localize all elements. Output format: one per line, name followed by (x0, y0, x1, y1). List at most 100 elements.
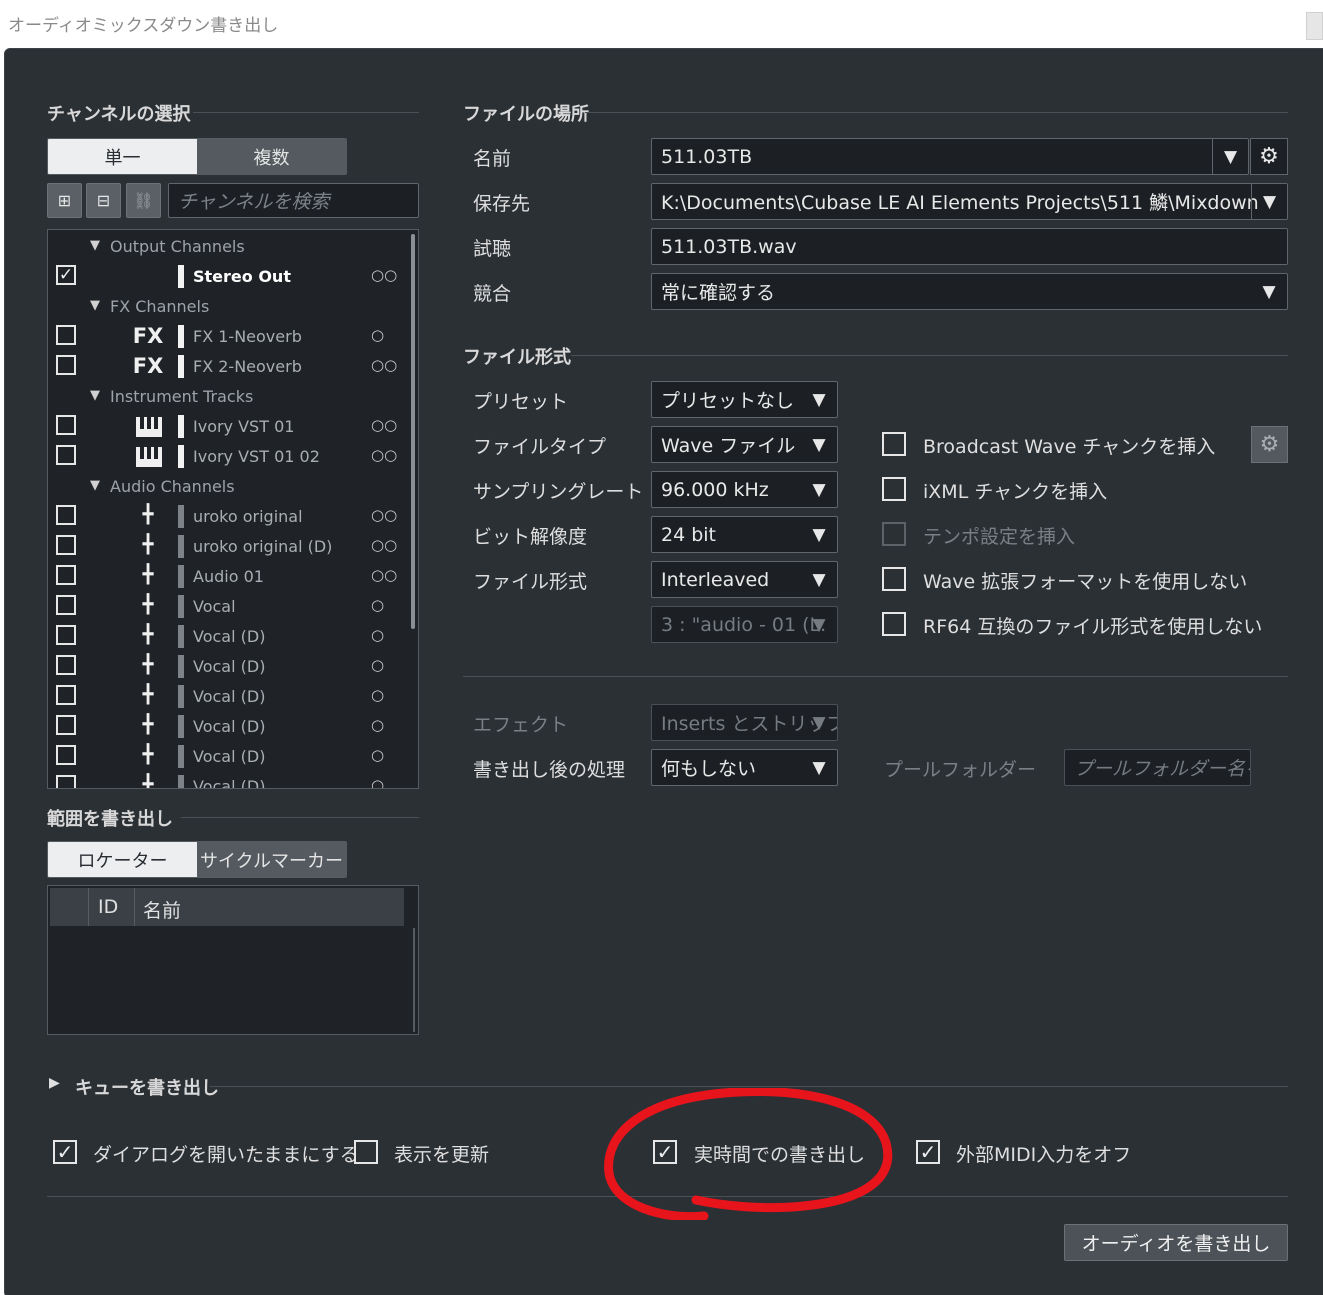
bitdepth-select[interactable]: 24 bit ▼ (651, 516, 838, 553)
channel-row[interactable]: ╋ Vocal (D) ○ (48, 682, 408, 712)
stereo-icon: ○○ (371, 566, 398, 584)
channel-checkbox[interactable] (56, 325, 76, 345)
chevron-down-icon: ▼ (812, 757, 826, 778)
channel-checkbox[interactable] (56, 565, 76, 585)
chevron-down-icon: ▼ (812, 389, 826, 410)
link-icon: ⛓ (133, 191, 154, 210)
export-audio-button[interactable]: オーディオを書き出し (1064, 1224, 1288, 1261)
col-name-header[interactable]: 名前 (143, 896, 181, 923)
channel-checkbox[interactable] (56, 355, 76, 375)
waveform-icon: ╋ (142, 654, 154, 675)
channel-row[interactable]: ╋ uroko original ○○ (48, 502, 408, 532)
mode-locator-button[interactable]: ロケーター (48, 842, 197, 877)
channel-checkbox[interactable] (56, 655, 76, 675)
channel-checkbox[interactable] (56, 685, 76, 705)
filetype-select[interactable]: Wave ファイル ▼ (651, 426, 838, 463)
stereo-icon: ○○ (371, 416, 398, 434)
file-location-title: ファイルの場所 (463, 104, 589, 125)
effect-label: エフェクト (473, 714, 569, 736)
name-history-dropdown[interactable]: ▼ (1212, 139, 1248, 174)
expand-arrow-icon[interactable]: ▶ (49, 1075, 60, 1091)
waveform-icon: ╋ (142, 594, 154, 615)
mode-cycle-button[interactable]: サイクルマーカー (197, 842, 346, 877)
channel-checkbox[interactable] (56, 775, 76, 788)
channel-checkbox[interactable] (56, 535, 76, 555)
channel-row[interactable]: ╋ Vocal (D) ○ (48, 652, 408, 682)
broadcast-wave-checkbox[interactable] (882, 432, 906, 456)
col-id-header[interactable]: ID (98, 896, 118, 918)
mode-single-button[interactable]: 単一 (48, 139, 197, 174)
channel-row[interactable]: ╋ Vocal (D) ○ (48, 622, 408, 652)
mono-icon: ○ (371, 656, 385, 674)
channel-checkbox[interactable] (56, 715, 76, 735)
update-display-checkbox[interactable] (354, 1140, 378, 1164)
collapse-arrow-icon: ▼ (90, 388, 100, 403)
rf64-label: RF64 互換のファイル形式を使用しない (923, 616, 1263, 638)
channel-checkbox[interactable] (56, 415, 76, 435)
channel-checkbox[interactable]: ✓ (56, 265, 76, 285)
group-output-channels[interactable]: ▼ Output Channels (48, 232, 408, 262)
channel-row[interactable]: ╋ Vocal (D) ○ (48, 712, 408, 742)
channel-row[interactable]: ╋ Audio 01 ○○ (48, 562, 408, 592)
waveform-icon: ╋ (142, 564, 154, 585)
mode-multi-button[interactable]: 複数 (197, 139, 346, 174)
channel-row[interactable]: ╋ uroko original (D) ○○ (48, 532, 408, 562)
broadcast-settings-button[interactable]: ⚙ (1251, 426, 1288, 463)
range-table-header: ID 名前 (50, 888, 404, 926)
queue-section-title[interactable]: キューを書き出し (75, 1074, 219, 1100)
range-scrollbar[interactable] (413, 928, 415, 1032)
name-settings-button[interactable]: ⚙ (1250, 138, 1288, 175)
channel-checkbox[interactable] (56, 505, 76, 525)
chevron-down-icon: ▼ (1262, 281, 1276, 302)
samplerate-select[interactable]: 96.000 kHz ▼ (651, 471, 838, 508)
link-button[interactable]: ⛓ (126, 183, 161, 218)
channel-color-bar (178, 325, 184, 348)
channel-row[interactable]: FX FX 1-Neoverb ○ (48, 322, 408, 352)
divider (463, 676, 1288, 677)
title-bar: オーディオミックスダウン書き出し (0, 0, 1323, 44)
channel-row[interactable]: Ivory VST 01 02 ○○ (48, 442, 408, 472)
close-button[interactable] (1306, 12, 1323, 40)
conflict-label: 競合 (473, 283, 512, 305)
path-input[interactable]: K:\Documents\Cubase LE AI Elements Proje… (651, 183, 1288, 220)
filetype-label: ファイルタイプ (473, 436, 607, 458)
group-fx-channels[interactable]: ▼ FX Channels (48, 292, 408, 322)
stereo-icon: ○○ (371, 356, 398, 374)
ixml-checkbox[interactable] (882, 477, 906, 501)
channel-checkbox[interactable] (56, 625, 76, 645)
group-instrument-tracks[interactable]: ▼ Instrument Tracks (48, 382, 408, 412)
path-label: 保存先 (473, 193, 531, 215)
collapse-all-button[interactable]: ⊟ (86, 183, 121, 218)
chevron-down-icon: ▼ (812, 569, 826, 590)
channel-row[interactable]: FX FX 2-Neoverb ○○ (48, 352, 408, 382)
channel-checkbox[interactable] (56, 445, 76, 465)
keep-open-checkbox[interactable]: ✓ (53, 1140, 77, 1164)
wave-ext-checkbox[interactable] (882, 567, 906, 591)
path-dropdown[interactable]: ▼ (1251, 184, 1287, 219)
expand-all-button[interactable]: ⊞ (47, 183, 82, 218)
after-export-select[interactable]: 何もしない ▼ (651, 749, 838, 786)
channel-checkbox[interactable] (56, 745, 76, 765)
channel-row[interactable]: ╋ Vocal (D) ○ (48, 742, 408, 772)
channel-color-bar (178, 535, 184, 558)
realtime-export-checkbox[interactable]: ✓ (653, 1140, 677, 1164)
rf64-checkbox[interactable] (882, 612, 906, 636)
wave-ext-label: Wave 拡張フォーマットを使用しない (923, 571, 1248, 593)
midi-off-checkbox[interactable]: ✓ (916, 1140, 940, 1164)
channel-row[interactable]: ╋ Vocal ○ (48, 592, 408, 622)
stereo-icon: ○○ (371, 506, 398, 524)
preset-select[interactable]: プリセットなし ▼ (651, 381, 838, 418)
bitdepth-label: ビット解像度 (473, 526, 588, 548)
channel-row[interactable]: Ivory VST 01 ○○ (48, 412, 408, 442)
channel-row[interactable]: ✓ Stereo Out ○○ (48, 262, 408, 292)
channel-color-bar (178, 685, 184, 708)
group-audio-channels[interactable]: ▼ Audio Channels (48, 472, 408, 502)
channel-list-scrollbar[interactable] (411, 234, 415, 629)
channel-search-input[interactable]: チャンネルを検索 (168, 183, 419, 218)
channel-row[interactable]: ╋ Vocal (D) ○ (48, 772, 408, 788)
format-select[interactable]: Interleaved ▼ (651, 561, 838, 598)
midi-off-label: 外部MIDI入力をオフ (956, 1144, 1132, 1166)
name-input[interactable]: 511.03TB ▼ (651, 138, 1249, 175)
channel-checkbox[interactable] (56, 595, 76, 615)
conflict-select[interactable]: 常に確認する ▼ (651, 273, 1288, 310)
